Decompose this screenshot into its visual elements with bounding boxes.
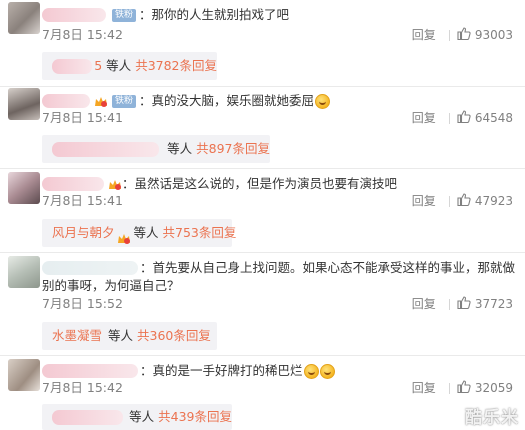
divider	[448, 298, 450, 310]
reply-button[interactable]: 回复	[412, 193, 436, 209]
divider	[0, 168, 525, 169]
username-blurred[interactable]	[42, 261, 138, 275]
like-count: 64548	[474, 111, 513, 125]
replier-blurred	[52, 409, 124, 425]
colon: ：	[140, 260, 153, 275]
reply-total[interactable]: 共439条回复	[158, 404, 232, 430]
reply-deng: 等人	[129, 409, 155, 424]
vip-crown-icon	[117, 227, 131, 244]
reply-total[interactable]: 共753条回复	[163, 219, 237, 247]
avatar[interactable]	[8, 88, 40, 120]
colon: ：	[139, 7, 152, 22]
thumb-up-icon[interactable]	[457, 295, 471, 313]
replier-blurred	[52, 58, 93, 74]
vip-crown-icon	[108, 178, 122, 190]
reply-total[interactable]: 共360条回复	[137, 322, 211, 350]
comment-text: 真的是一手好牌打的稀巴烂	[152, 363, 303, 378]
comment-text: 真的没大脑，娱乐圈就她委屈	[151, 93, 315, 108]
colon: ：	[139, 93, 152, 108]
reply-summary[interactable]: 5 等人 共3782条回复	[42, 52, 217, 80]
divider	[0, 86, 525, 87]
comment-date: 7月8日 15:41	[42, 193, 123, 208]
emoji-icon	[303, 363, 319, 379]
reply-summary[interactable]: 风月与朝夕 等人 共753条回复	[42, 219, 236, 247]
username-blurred[interactable]	[42, 8, 106, 22]
like-count: 32059	[474, 381, 513, 395]
reply-summary[interactable]: 等人 共439条回复	[42, 404, 232, 430]
username-blurred[interactable]	[42, 177, 104, 191]
avatar[interactable]	[8, 359, 40, 391]
reply-summary[interactable]: 水墨凝雪 等人 共360条回复	[42, 322, 217, 350]
colon: ：	[122, 176, 135, 191]
divider	[448, 29, 450, 41]
reply-deng: 等人	[167, 141, 193, 156]
reply-deng: 等人	[133, 225, 159, 240]
divider	[0, 252, 525, 253]
reply-deng: 等人	[106, 58, 132, 73]
reply-deng: 等人	[108, 328, 134, 343]
colon: ：	[140, 363, 153, 378]
thumb-up-icon[interactable]	[457, 379, 471, 397]
emoji-icon	[315, 93, 331, 109]
avatar[interactable]	[8, 172, 40, 204]
reply-summary[interactable]: 等人 共897条回复	[42, 135, 270, 163]
divider	[448, 195, 450, 207]
fan-badge: 铁粉	[112, 94, 137, 108]
like-count: 47923	[474, 194, 513, 208]
reply-button[interactable]: 回复	[412, 27, 436, 43]
replier-blurred	[52, 141, 160, 157]
thumb-up-icon[interactable]	[457, 109, 471, 127]
thumb-up-icon[interactable]	[457, 26, 471, 44]
reply-button[interactable]: 回复	[412, 296, 436, 312]
comment-date: 7月8日 15:42	[42, 27, 123, 42]
like-count: 37723	[474, 297, 513, 311]
reply-button[interactable]: 回复	[412, 380, 436, 396]
username-blurred[interactable]	[42, 364, 138, 378]
divider	[448, 112, 450, 124]
divider	[448, 382, 450, 394]
vip-crown-icon	[94, 95, 108, 107]
avatar[interactable]	[8, 256, 40, 288]
avatar[interactable]	[8, 2, 40, 34]
comment-date: 7月8日 15:41	[42, 110, 123, 125]
replier-suffix: 5	[94, 58, 103, 73]
comment-text: 那你的人生就别拍戏了吧	[151, 7, 290, 22]
comment-date: 7月8日 15:42	[42, 380, 123, 395]
username-blurred[interactable]	[42, 94, 90, 108]
reply-button[interactable]: 回复	[412, 110, 436, 126]
replier-name[interactable]: 风月与朝夕	[52, 219, 115, 247]
comment-text: 首先要从自己身上找问题。如果心态不能承受这样的事业，那就做	[152, 260, 516, 275]
like-count: 93003	[474, 28, 513, 42]
emoji-icon	[319, 363, 335, 379]
comment-text-continued: 别的事呀，为何逼自己？	[42, 278, 180, 293]
reply-total[interactable]: 共897条回复	[196, 135, 270, 163]
replier-name[interactable]: 水墨凝雪	[52, 322, 102, 350]
divider	[0, 355, 525, 356]
comment-date: 7月8日 15:52	[42, 296, 123, 311]
thumb-up-icon[interactable]	[457, 192, 471, 210]
comment-text: 虽然话是这么说的，但是作为演员也要有演技吧	[134, 176, 398, 191]
fan-badge: 铁粉	[112, 8, 137, 22]
reply-total[interactable]: 共3782条回复	[135, 52, 217, 80]
watermark-logo: 酷乐米	[465, 408, 519, 428]
